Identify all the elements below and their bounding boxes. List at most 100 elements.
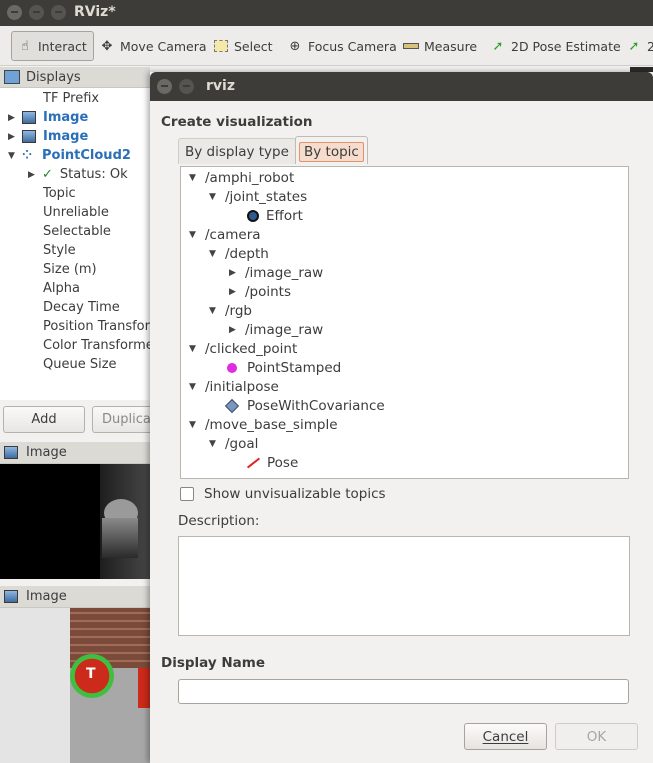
- expand-arrow-icon[interactable]: ▶: [28, 170, 38, 180]
- display-property-decay-time[interactable]: Decay Time: [43, 298, 120, 317]
- tree-node-point-stamped[interactable]: PointStamped: [227, 358, 341, 377]
- tool-select[interactable]: Select: [212, 31, 273, 61]
- topic-tree: ▼ /amphi_robot ▼ /joint_states Effort ▼ …: [180, 166, 629, 479]
- window-maximize-button[interactable]: [51, 5, 66, 20]
- tool-interact[interactable]: ☝ Interact: [11, 31, 94, 61]
- tool-move-camera[interactable]: ✥ Move Camera: [98, 31, 207, 61]
- display-property-alpha[interactable]: Alpha: [43, 279, 80, 298]
- tree-node-goal[interactable]: ▼ /goal: [209, 434, 258, 453]
- collapse-arrow-icon[interactable]: ▼: [209, 439, 221, 449]
- tree-node-label: /clicked_point: [205, 340, 298, 357]
- property-label: Unreliable: [43, 205, 109, 220]
- window-close-button[interactable]: [7, 5, 22, 20]
- expand-arrow-icon[interactable]: ▶: [8, 113, 18, 123]
- tree-node-clicked-point[interactable]: ▼ /clicked_point: [189, 339, 297, 358]
- dialog-close-button[interactable]: [157, 79, 172, 94]
- display-property-topic[interactable]: Topic: [43, 184, 76, 203]
- display-property-color-transformer[interactable]: Color Transformer: [43, 336, 150, 355]
- expand-arrow-icon[interactable]: ▶: [229, 325, 241, 335]
- cancel-button[interactable]: Cancel: [464, 723, 547, 750]
- collapse-arrow-icon[interactable]: ▼: [189, 382, 201, 392]
- display-name-input[interactable]: [178, 679, 629, 704]
- tree-node-label: /rgb: [225, 302, 252, 319]
- display-property-style[interactable]: Style: [43, 241, 76, 260]
- tool-label: Select: [234, 38, 273, 54]
- expand-arrow-icon[interactable]: ▶: [229, 268, 241, 278]
- display-item-image[interactable]: ▶ Image: [8, 108, 88, 127]
- tool-label: Move Camera: [120, 38, 207, 54]
- tree-node-label: Effort: [266, 207, 303, 224]
- window-minimize-button[interactable]: [29, 5, 44, 20]
- tab-by-display-type[interactable]: By display type: [178, 138, 296, 164]
- tab-label: By display type: [185, 143, 289, 160]
- tree-node-depth-image-raw[interactable]: ▶ /image_raw: [229, 263, 323, 282]
- collapse-arrow-icon[interactable]: ▼: [209, 192, 221, 202]
- tree-node-points[interactable]: ▶ /points: [229, 282, 291, 301]
- tree-node-label: /move_base_simple: [205, 416, 338, 433]
- expand-arrow-icon[interactable]: ▶: [229, 287, 241, 297]
- tool-measure[interactable]: Measure: [402, 31, 477, 61]
- tree-node-pose[interactable]: Pose: [245, 453, 298, 472]
- display-property-queue-size[interactable]: Queue Size: [43, 355, 117, 374]
- display-property-unreliable[interactable]: Unreliable: [43, 203, 109, 222]
- tree-node-label: /image_raw: [245, 321, 324, 338]
- create-visualization-heading: Create visualization: [161, 114, 313, 130]
- tree-node-rgb-image-raw[interactable]: ▶ /image_raw: [229, 320, 323, 339]
- tree-node-label: Pose: [267, 454, 299, 471]
- show-unvisualizable-toggle[interactable]: Show unvisualizable topics: [180, 485, 386, 503]
- dialog-minimize-button[interactable]: [179, 79, 194, 94]
- tree-node-move-base-simple[interactable]: ▼ /move_base_simple: [189, 415, 338, 434]
- display-property-tf-prefix[interactable]: TF Prefix: [43, 89, 99, 108]
- tree-node-label: /camera: [205, 226, 261, 243]
- collapse-arrow-icon[interactable]: ▼: [209, 306, 221, 316]
- property-label: Topic: [43, 186, 76, 201]
- property-label: Queue Size: [43, 357, 117, 372]
- tree-node-pose-with-covariance[interactable]: PoseWithCovariance: [224, 396, 385, 415]
- collapse-arrow-icon[interactable]: ▼: [189, 344, 201, 354]
- tree-node-effort[interactable]: Effort: [247, 206, 303, 225]
- pose-arrow-icon: ➚: [492, 38, 504, 54]
- collapse-arrow-icon[interactable]: ▼: [189, 420, 201, 430]
- display-property-selectable[interactable]: Selectable: [43, 222, 111, 241]
- tree-node-rgb[interactable]: ▼ /rgb: [209, 301, 252, 320]
- display-label: PointCloud2: [42, 148, 131, 163]
- tool-2d-pose-estimate[interactable]: ➚ 2D Pose Estimate: [489, 31, 621, 61]
- tool-label: Focus Camera: [308, 38, 397, 54]
- show-unvisualizable-checkbox[interactable]: [180, 487, 194, 501]
- display-property-size[interactable]: Size (m): [43, 260, 97, 279]
- display-status[interactable]: ▶ ✓ Status: Ok: [28, 165, 128, 184]
- tool-focus-camera[interactable]: ⊕ Focus Camera: [286, 31, 397, 61]
- window-title: RViz*: [74, 4, 116, 20]
- property-label: Size (m): [43, 262, 97, 277]
- tree-node-camera[interactable]: ▼ /camera: [189, 225, 261, 244]
- tab-by-topic[interactable]: By topic: [295, 136, 368, 164]
- tree-node-label: /points: [245, 283, 292, 300]
- pointcloud-icon: ⁘: [22, 148, 33, 162]
- tree-node-amphi-robot[interactable]: ▼ /amphi_robot: [189, 168, 294, 187]
- image-icon: [4, 446, 18, 459]
- display-property-position-transformer[interactable]: Position Transformer: [43, 317, 150, 336]
- tree-node-label: /initialpose: [205, 378, 279, 395]
- ok-button[interactable]: OK: [555, 723, 638, 750]
- tree-node-label: /joint_states: [225, 188, 308, 205]
- collapse-arrow-icon[interactable]: ▼: [209, 249, 221, 259]
- tree-node-initialpose[interactable]: ▼ /initialpose: [189, 377, 279, 396]
- display-item-image[interactable]: ▶ Image: [8, 127, 88, 146]
- collapse-arrow-icon[interactable]: ▼: [8, 151, 18, 161]
- tree-node-depth[interactable]: ▼ /depth: [209, 244, 269, 263]
- status-label: Status: Ok: [59, 167, 128, 182]
- tool-2d-nav-goal[interactable]: ➚ 2: [625, 31, 653, 61]
- expand-arrow-icon[interactable]: ▶: [8, 132, 18, 142]
- displays-button-bar: Add Duplicate: [0, 400, 172, 440]
- select-icon: [212, 37, 230, 55]
- add-display-button[interactable]: Add: [3, 406, 85, 433]
- rgb-image-view: T: [0, 608, 150, 763]
- collapse-arrow-icon[interactable]: ▼: [189, 173, 201, 183]
- image-panel-header: Image: [0, 442, 150, 464]
- displays-panel-header: Displays: [0, 67, 150, 88]
- display-item-pointcloud2[interactable]: ▼ ⁘ PointCloud2: [8, 146, 131, 165]
- tree-node-joint-states[interactable]: ▼ /joint_states: [209, 187, 307, 206]
- description-box: [178, 536, 630, 636]
- checkmark-icon: ✓: [42, 167, 53, 182]
- collapse-arrow-icon[interactable]: ▼: [189, 230, 201, 240]
